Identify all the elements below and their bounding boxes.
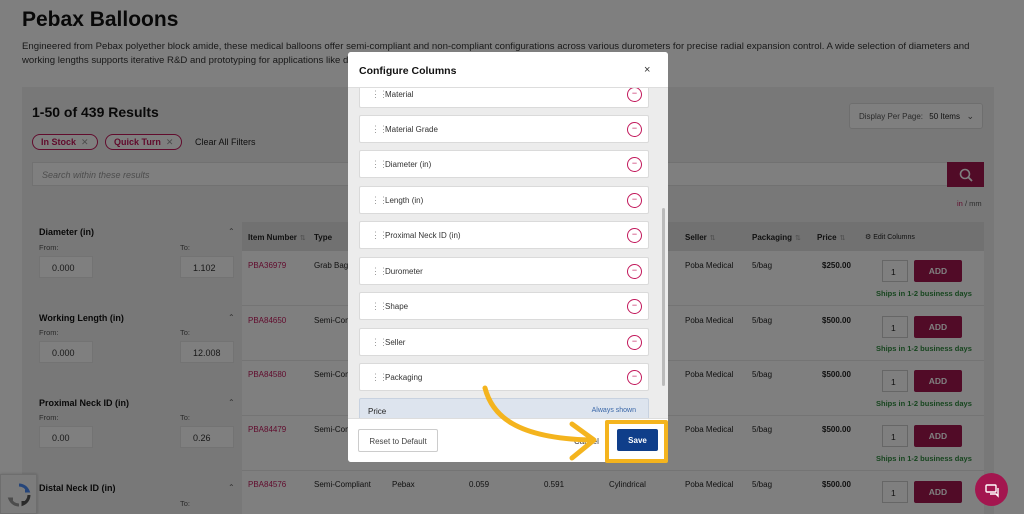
tutorial-arrow (482, 385, 597, 461)
page: Pebax Balloons Engineered from Pebax pol… (0, 0, 1024, 514)
